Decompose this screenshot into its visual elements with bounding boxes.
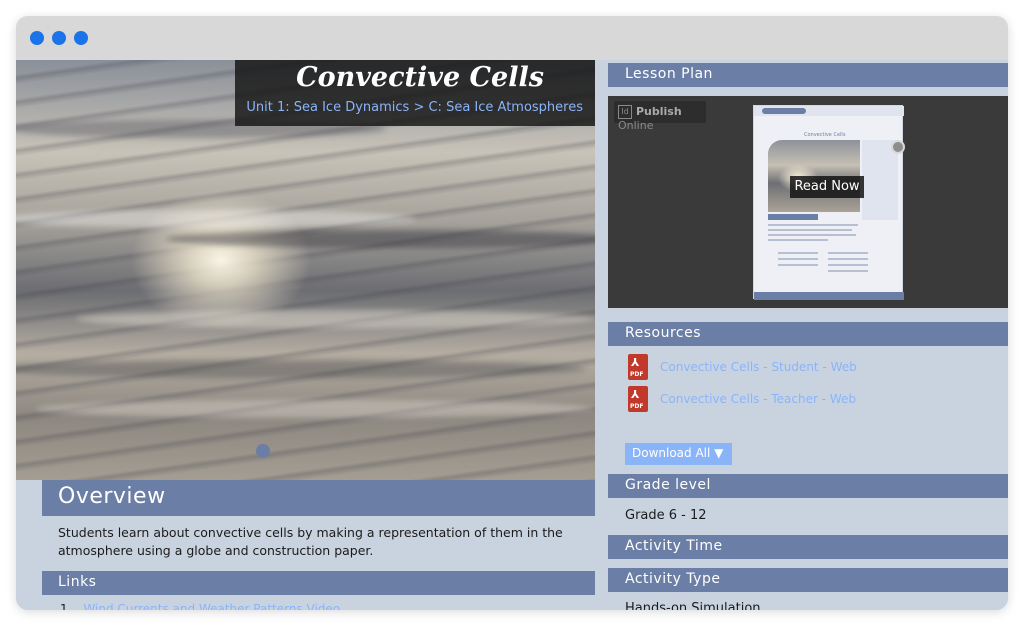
publish-online-badge: Id Publish Online — [614, 101, 706, 132]
links-heading: Links — [42, 571, 595, 595]
download-all-button[interactable]: Download All ▼ — [625, 443, 732, 465]
resources-heading: Resources — [608, 322, 1008, 346]
lesson-plan-viewer[interactable]: Id Publish Online Convective Cells Read … — [608, 96, 1008, 308]
grade-level-heading: Grade level — [608, 474, 1008, 498]
window-control-dot[interactable] — [52, 31, 66, 45]
overview-heading: Overview — [42, 480, 595, 516]
hero-image: Convective Cells Unit 1: Sea Ice Dynamic… — [16, 60, 595, 480]
read-now-button[interactable]: Read Now — [790, 176, 864, 198]
activity-type-value: Hands-on Simulation — [625, 601, 761, 610]
browser-window: Convective Cells Unit 1: Sea Ice Dynamic… — [16, 16, 1008, 610]
hero-title-box: Convective Cells Unit 1: Sea Ice Dynamic… — [235, 60, 595, 126]
link-number: 1. — [60, 602, 72, 610]
window-control-dot[interactable] — [30, 31, 44, 45]
pdf-icon: ⅄ PDF — [628, 386, 648, 412]
page-content: Convective Cells Unit 1: Sea Ice Dynamic… — [16, 60, 1008, 610]
resource-link[interactable]: Convective Cells - Student - Web — [660, 360, 857, 374]
indesign-icon: Id — [618, 105, 632, 119]
activity-time-heading: Activity Time — [608, 535, 1008, 559]
page-title: Convective Cells — [296, 62, 544, 93]
window-control-dot[interactable] — [74, 31, 88, 45]
lesson-plan-thumbnail[interactable]: Convective Cells — [753, 105, 904, 300]
grade-level-value: Grade 6 - 12 — [625, 508, 707, 523]
resource-link[interactable]: Convective Cells - Teacher - Web — [660, 392, 856, 406]
thumbnail-title: Convective Cells — [804, 132, 846, 138]
lesson-plan-heading: Lesson Plan — [608, 63, 1008, 87]
title-bar — [16, 16, 1008, 60]
link-label[interactable]: Wind Currents and Weather Patterns Video — [83, 602, 340, 610]
page-turn-icon[interactable] — [891, 140, 905, 154]
slide-indicator-dot[interactable] — [256, 444, 270, 458]
overview-text: Students learn about convective cells by… — [58, 525, 563, 558]
pdf-icon: ⅄ PDF — [628, 354, 648, 380]
breadcrumb[interactable]: Unit 1: Sea Ice Dynamics > C: Sea Ice At… — [246, 100, 583, 115]
list-item[interactable]: 1. Wind Currents and Weather Patterns Vid… — [60, 602, 340, 610]
activity-type-heading: Activity Type — [608, 568, 1008, 592]
